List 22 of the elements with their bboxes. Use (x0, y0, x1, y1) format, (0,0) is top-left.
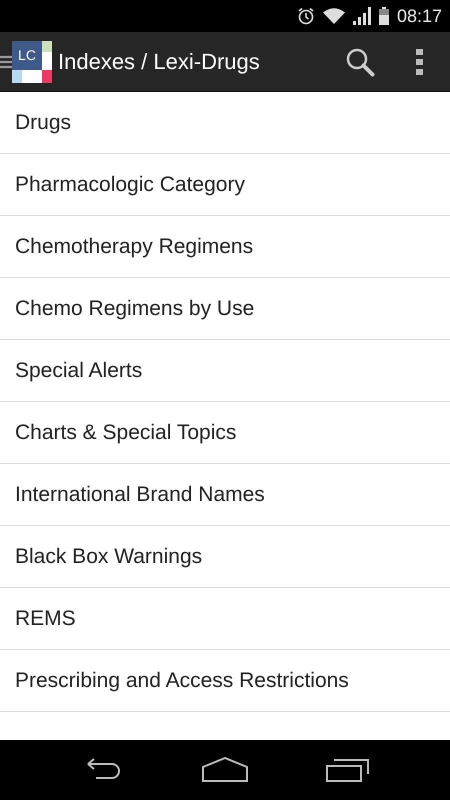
battery-icon (378, 7, 389, 25)
index-list-item[interactable]: Charts & Special Topics (0, 402, 450, 464)
more-icon (416, 48, 424, 74)
alarm-icon (296, 7, 315, 25)
index-list-item[interactable]: Special Alerts (0, 340, 450, 402)
index-list-item[interactable]: Chemo Regimens by Use (0, 278, 450, 340)
wifi-icon (322, 8, 345, 24)
index-list-item[interactable]: REMS (0, 588, 450, 650)
home-icon (200, 757, 249, 783)
recent-apps-icon (326, 757, 370, 783)
screen-title: Indexes / Lexi-Drugs (58, 48, 261, 74)
app-logo: LC (12, 40, 52, 82)
menu-icon[interactable] (0, 54, 12, 70)
index-list-item[interactable]: Prescribing and Access Restrictions (0, 650, 450, 712)
signal-icon (352, 7, 371, 25)
index-list-item[interactable]: Chemotherapy Regimens (0, 216, 450, 278)
index-list-item[interactable]: Pharmacologic Category (0, 154, 450, 216)
index-list-item[interactable]: Drugs (0, 92, 450, 154)
search-icon (345, 46, 375, 76)
index-list-item[interactable]: International Brand Names (0, 464, 450, 526)
clock-time: 08:17 (396, 6, 442, 26)
index-list-item[interactable]: Black Box Warnings (0, 526, 450, 588)
